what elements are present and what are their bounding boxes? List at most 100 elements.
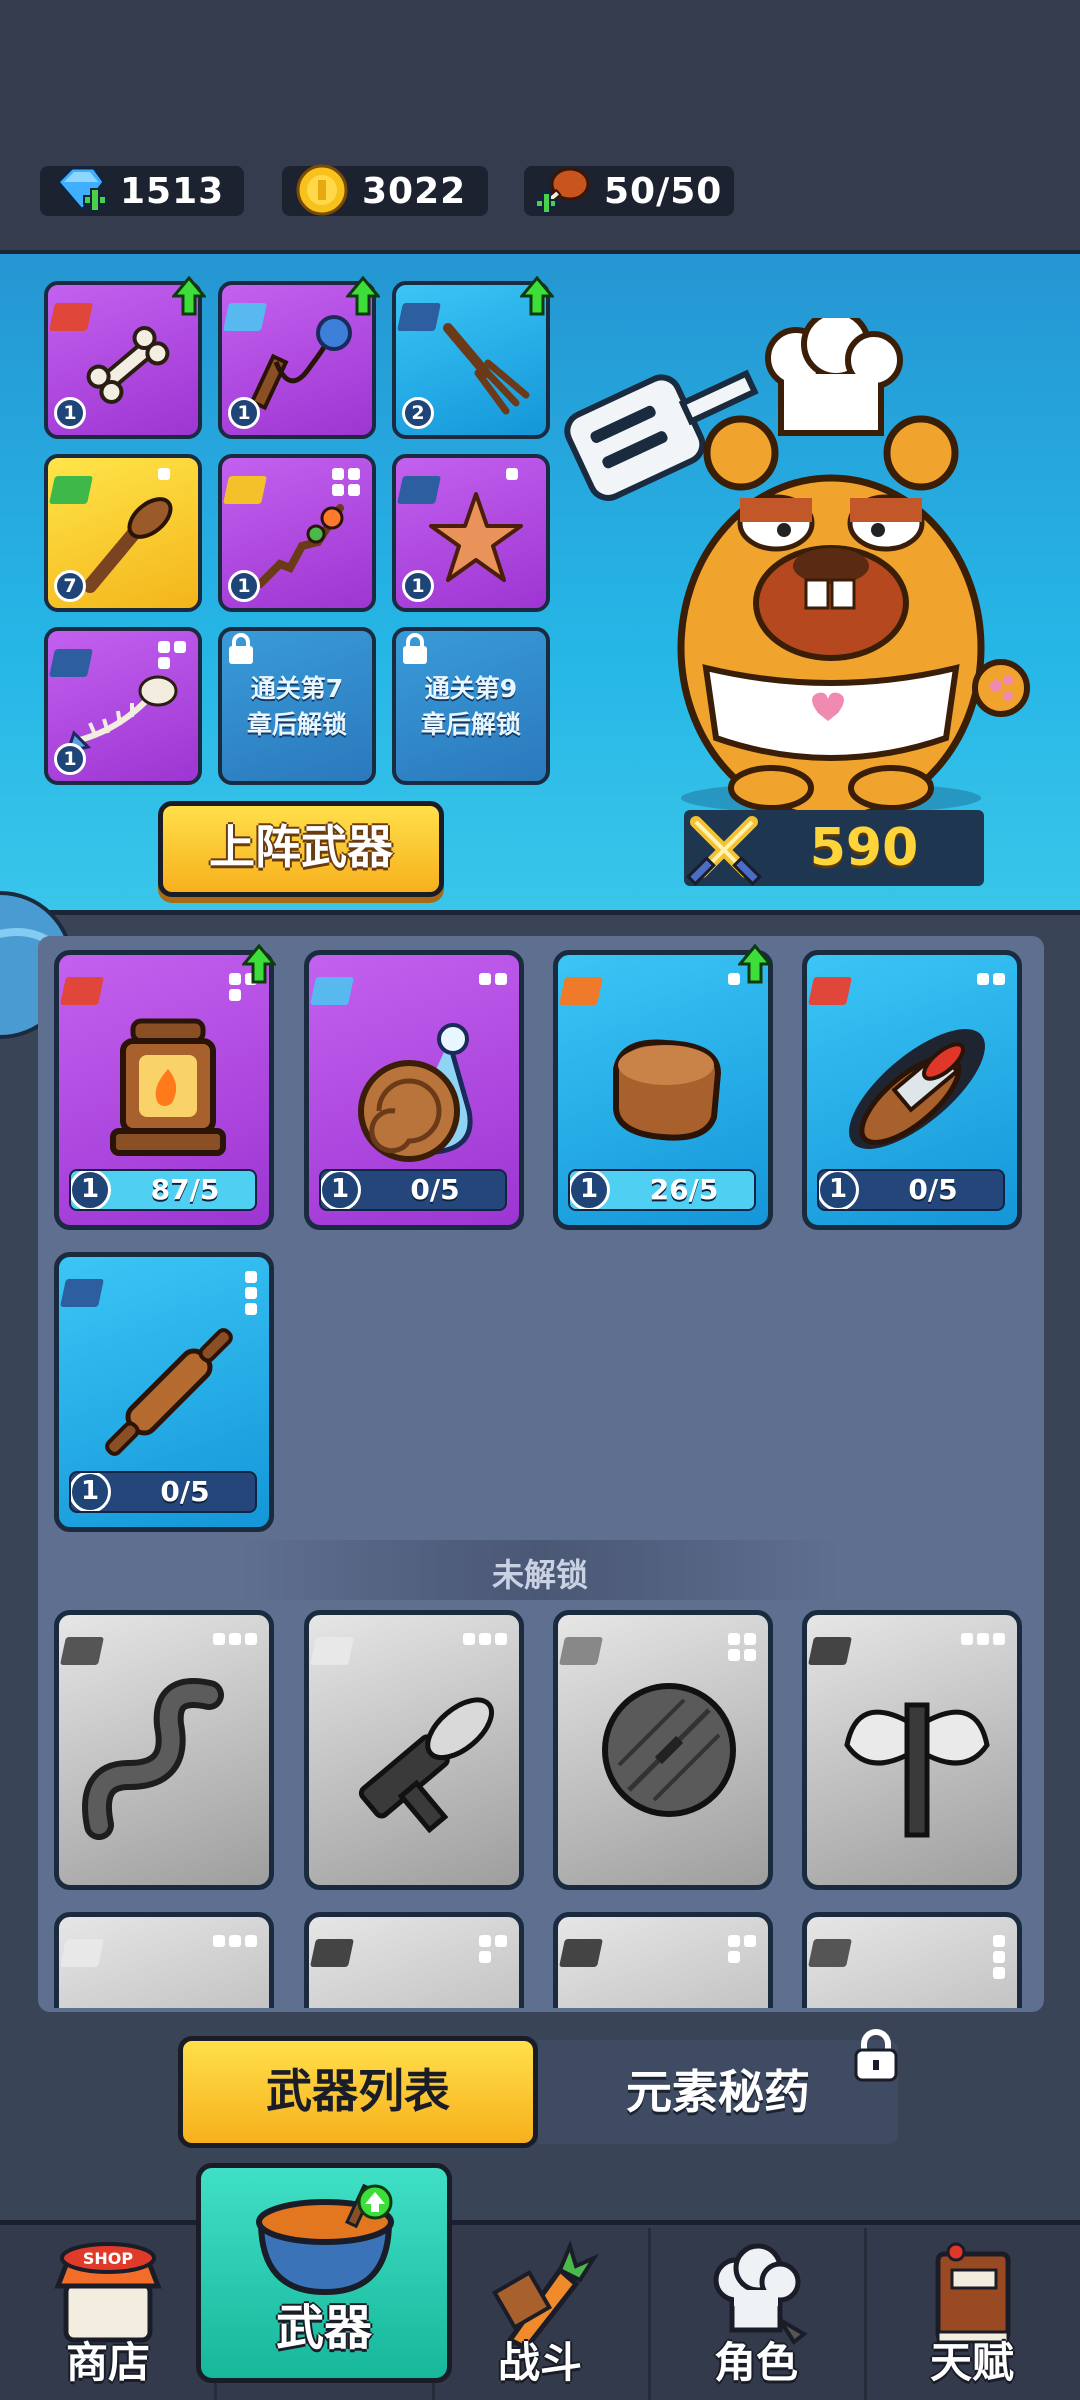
locked-weapons-row-partial (54, 1912, 1044, 2008)
rank-dots (728, 1935, 756, 1963)
element-tag (559, 1939, 603, 1967)
progress-bar: 1 0/5 (817, 1169, 1005, 1211)
wood-block-icon (613, 1039, 722, 1141)
gem-icon (55, 166, 107, 213)
locked-weapon-corn-gun[interactable] (304, 1610, 524, 1890)
earth-element-icon (559, 977, 603, 1005)
ice-element-icon (310, 977, 354, 1005)
rank-dots (728, 1633, 756, 1661)
weapon-level: 7 (54, 570, 86, 602)
element-tag (310, 1939, 354, 1967)
rank-dots (977, 973, 1005, 985)
locked-weapon-eel[interactable] (54, 1610, 274, 1890)
lock-icon (403, 633, 427, 664)
coin-icon (296, 164, 348, 216)
equipped-weapon-skewer[interactable]: 1 (218, 454, 376, 612)
nav-talent[interactable]: 天赋 (864, 2230, 1080, 2400)
weapon-level: 1 (321, 1171, 361, 1209)
element-tag (310, 1637, 354, 1665)
equipped-weapon-lettuce-club[interactable]: 7 (44, 454, 202, 612)
progress-text: 0/5 (908, 1173, 958, 1206)
locked-weapon-card[interactable] (802, 1912, 1022, 2008)
corn-gun-icon (358, 1697, 494, 1834)
nav-battle[interactable]: 战斗 (432, 2230, 648, 2400)
pepper-knife-icon (849, 1029, 985, 1149)
nav-character[interactable]: 角色 (648, 2230, 864, 2400)
lantern-icon (110, 1018, 226, 1156)
shop-sign: SHOP (83, 2249, 134, 2268)
fork-icon (443, 323, 530, 415)
locked-slot-chapter-9: 通关第9 章后解锁 (392, 627, 550, 785)
rank-dots (213, 1935, 257, 1947)
weapon-level: 1 (819, 1171, 859, 1209)
coin-count: 3022 (362, 170, 467, 212)
locked-slot-chapter-7: 通关第7 章后解锁 (218, 627, 376, 785)
round-shield-icon (602, 1683, 736, 1817)
weapon-level: 1 (54, 743, 86, 775)
nav-weapons[interactable]: 武器 (196, 2163, 452, 2383)
equipped-weapon-starfish[interactable]: 1 (392, 454, 550, 612)
rank-dots (961, 1633, 1005, 1645)
crossed-swords-icon (686, 816, 762, 886)
chef-bear-character[interactable] (556, 318, 1046, 818)
coin-counter[interactable]: 3022 (282, 164, 488, 216)
element-tag (60, 1939, 104, 1967)
equipped-weapon-fish-bone[interactable]: 1 (44, 627, 202, 785)
locked-weapon-card[interactable] (553, 1912, 773, 2008)
locked-slot-line1: 通关第9 (424, 674, 518, 703)
progress-bar: 1 26/5 (568, 1169, 756, 1211)
blade-element-icon (60, 1279, 104, 1307)
tab-weapon-list[interactable]: 武器列表 (178, 2036, 538, 2148)
rank-dots (993, 1935, 1005, 1979)
stamina-counter[interactable]: 50/50 (524, 166, 734, 216)
weapon-card-wood-block[interactable]: 1 26/5 (553, 950, 773, 1230)
rank-dots (158, 468, 186, 480)
nav-character-label: 角色 (713, 2338, 798, 2387)
element-tag (559, 1637, 603, 1665)
stamina-count: 50/50 (604, 170, 723, 212)
upgrade-arrow-icon (738, 944, 772, 984)
nav-talent-label: 天赋 (929, 2338, 1014, 2387)
rank-dots (463, 1633, 507, 1645)
rank-dots (506, 468, 534, 480)
progress-text: 87/5 (150, 1173, 220, 1206)
meat-icon (535, 167, 590, 214)
tab-element-elixir[interactable]: 元素秘药 (538, 2040, 898, 2144)
club-icon (83, 497, 173, 593)
locked-weapon-card[interactable] (304, 1912, 524, 2008)
cooking-pot-icon (256, 2183, 394, 2296)
rank-dots (213, 1633, 257, 1645)
lock-icon (854, 2029, 898, 2082)
deploy-weapons-button[interactable]: 上阵武器 (158, 801, 444, 897)
weapon-card-lantern[interactable]: 1 87/5 (54, 950, 274, 1230)
weapon-level: 1 (71, 1473, 111, 1511)
double-axe-icon (844, 1702, 990, 1838)
snail-icon (358, 1023, 473, 1162)
fire-element-icon (60, 977, 104, 1005)
weapon-card-rolling-pin[interactable]: 1 0/5 (54, 1252, 274, 1532)
nav-weapons-label: 武器 (275, 2300, 372, 2356)
progress-text: 0/5 (410, 1173, 460, 1206)
rank-dots (479, 973, 507, 985)
rank-dots (479, 1935, 507, 1963)
progress-bar: 1 87/5 (69, 1169, 257, 1211)
weapon-card-snail[interactable]: 1 0/5 (304, 950, 524, 1230)
progress-text: 0/5 (160, 1475, 210, 1508)
weapon-level: 1 (402, 570, 434, 602)
inventory-tabs: 元素秘药 武器列表 (178, 2028, 902, 2148)
upgrade-arrow-icon (346, 276, 380, 316)
locked-weapon-round-shield[interactable] (553, 1610, 773, 1890)
eel-icon (82, 1678, 224, 1840)
locked-weapon-double-axe[interactable] (802, 1610, 1022, 1890)
fire-element-icon (808, 977, 852, 1005)
upgrade-arrow-icon (172, 276, 206, 316)
weapon-level: 1 (570, 1171, 610, 1209)
weapon-level: 1 (228, 397, 260, 429)
nunchaku-icon (249, 315, 352, 411)
locked-weapon-card[interactable] (54, 1912, 274, 2008)
nav-shop-label: 商店 (65, 2338, 150, 2387)
nav-shop[interactable]: SHOP 商店 (0, 2230, 216, 2400)
weapon-level: 2 (402, 397, 434, 429)
gem-counter[interactable]: 1513 (40, 166, 244, 216)
weapon-card-pepper-knife[interactable]: 1 0/5 (802, 950, 1022, 1230)
